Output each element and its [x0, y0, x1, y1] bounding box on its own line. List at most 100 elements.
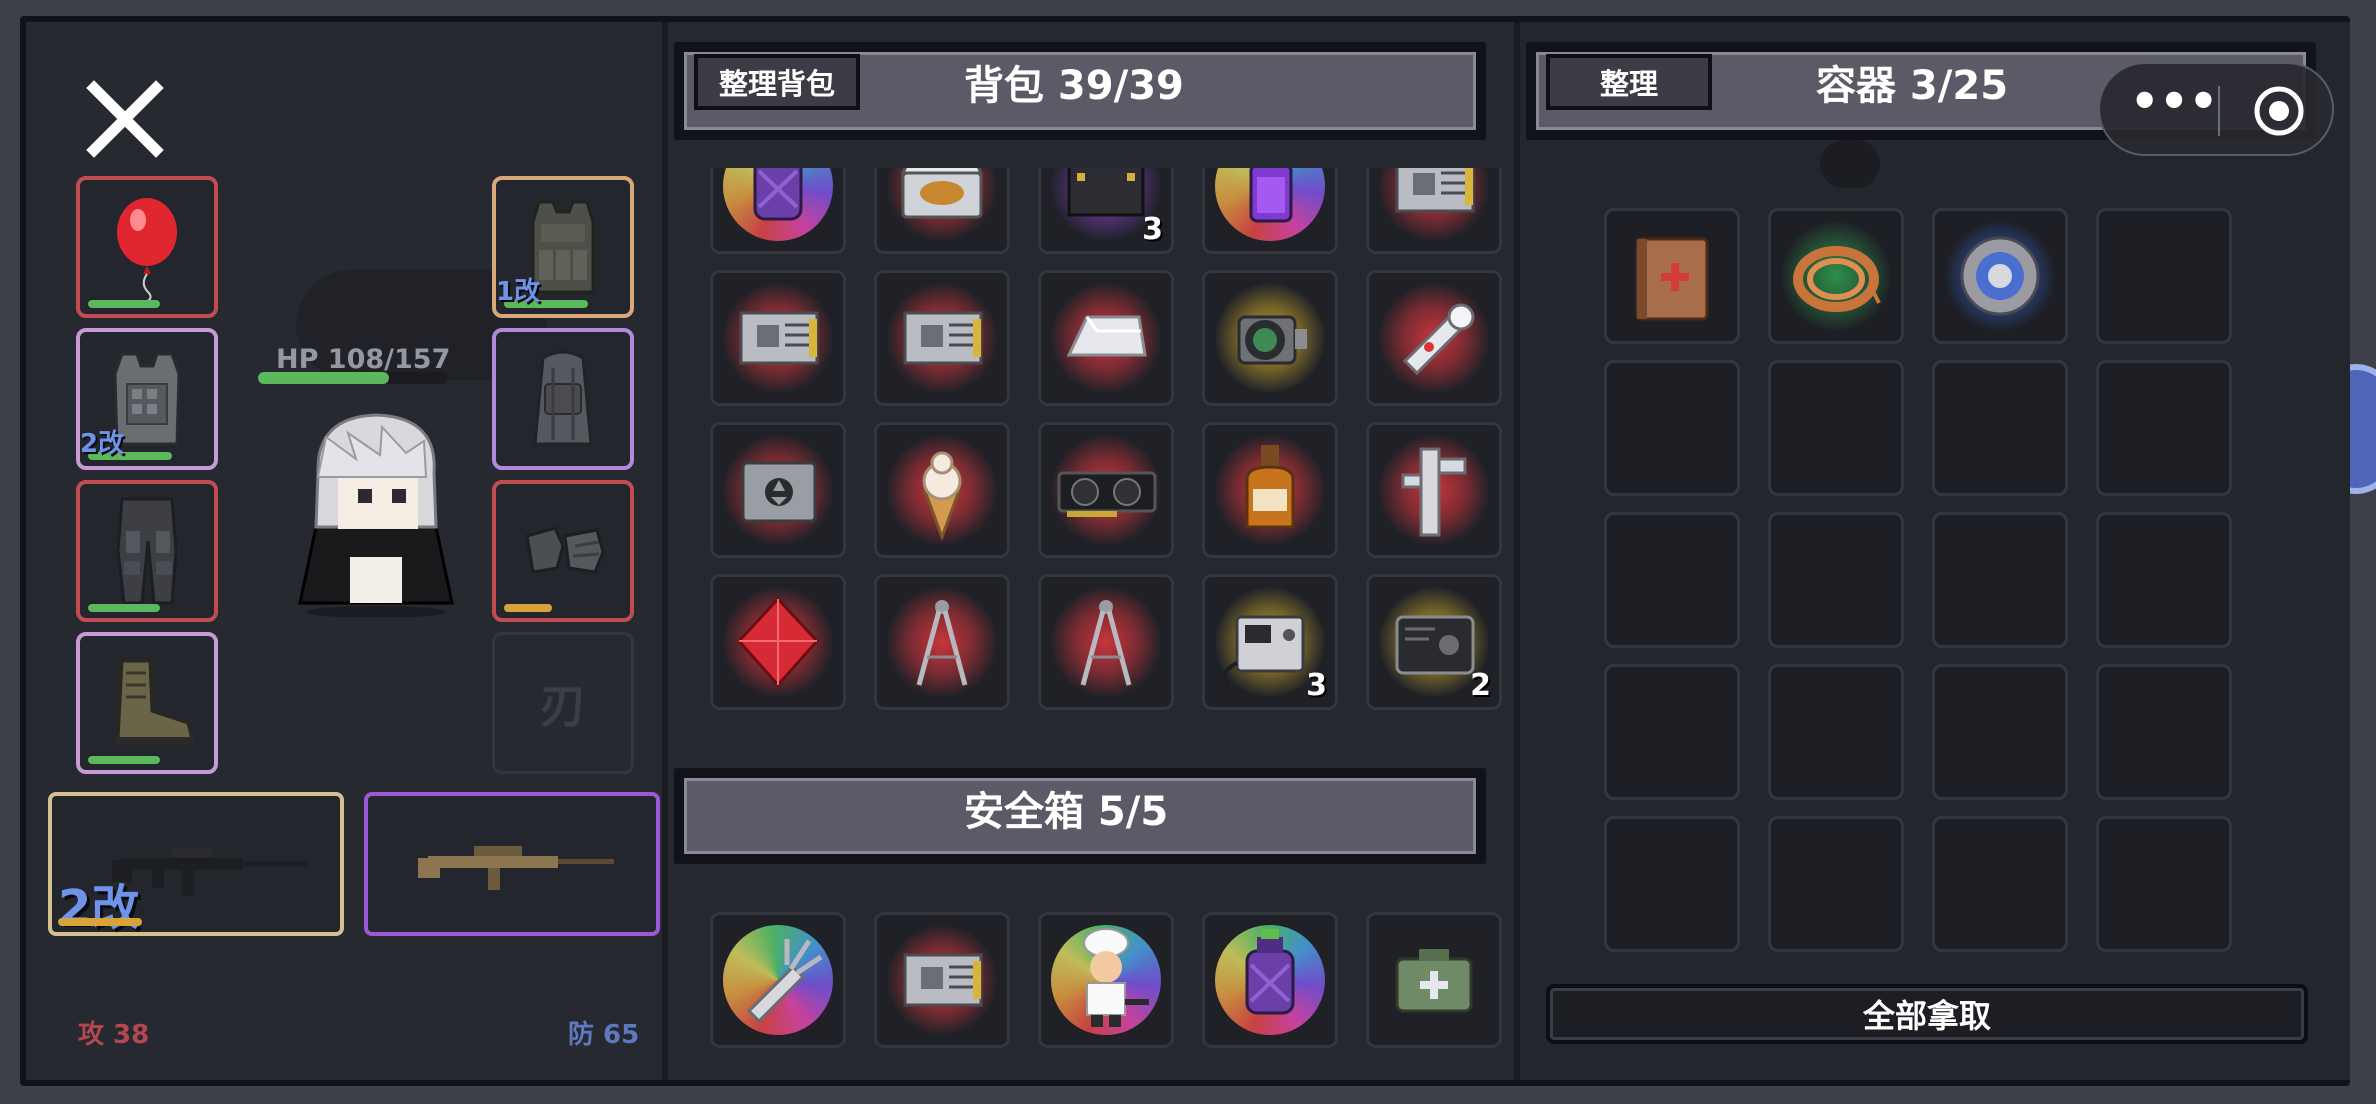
backpack-item[interactable]: [874, 270, 1010, 406]
backpack-header: 整理背包 背包 39/39: [674, 42, 1486, 140]
container-empty-slot[interactable]: [1932, 664, 2068, 800]
container-empty-slot[interactable]: [2096, 816, 2232, 952]
close-target-icon[interactable]: [2252, 84, 2306, 138]
container-empty-slot[interactable]: [1768, 512, 1904, 648]
container-empty-slot[interactable]: [1604, 360, 1740, 496]
slot-chest-rig[interactable]: 1改: [492, 176, 634, 318]
durability-bar: [88, 604, 160, 612]
backpack-item[interactable]: [1038, 422, 1174, 558]
weapon-durability-bar: [58, 918, 142, 926]
medical-book-icon: [1635, 237, 1709, 321]
backpack-item[interactable]: [1366, 422, 1502, 558]
mini-program-capsule: •••: [2098, 62, 2334, 156]
slot-armor[interactable]: 2改: [76, 328, 218, 470]
medkit-icon: [1395, 949, 1473, 1013]
container-panel: 整理 容器 3/25 全部拿取: [1520, 22, 2350, 1080]
equipment-panel: 2改 1改 刃 HP 108/157 2改 攻 38 防 65: [26, 22, 662, 1080]
container-item[interactable]: [1604, 208, 1740, 344]
balloon-icon: [117, 198, 177, 302]
slot-pants[interactable]: [76, 480, 218, 622]
backpack-item[interactable]: [874, 422, 1010, 558]
capsule-divider: [2218, 86, 2220, 136]
backpack-item[interactable]: [1202, 422, 1338, 558]
slot-boots[interactable]: [76, 632, 218, 774]
weapon-modification-badge: 2改: [58, 880, 140, 936]
defense-stat: 防 65: [568, 1020, 640, 1050]
backpack-item[interactable]: [874, 574, 1010, 710]
backpack-item[interactable]: 3: [1202, 574, 1338, 710]
backpack-item[interactable]: [710, 574, 846, 710]
pants-icon: [116, 497, 178, 605]
backpack-item[interactable]: [1038, 574, 1174, 710]
container-empty-slot[interactable]: [2096, 208, 2232, 344]
backpack-item[interactable]: [1366, 270, 1502, 406]
safebox-item[interactable]: [1202, 912, 1338, 1048]
more-icon[interactable]: •••: [2130, 78, 2218, 132]
backpack-item[interactable]: [1202, 168, 1338, 254]
circuit-board-icon: [903, 953, 983, 1007]
hp-label: HP 108/157: [276, 344, 451, 375]
safebox-title: 安全箱 5/5: [964, 789, 1169, 835]
hp-bar: [258, 372, 448, 384]
backpack-item[interactable]: [1038, 270, 1174, 406]
container-empty-slot[interactable]: [1768, 360, 1904, 496]
container-empty-slot[interactable]: [1932, 360, 2068, 496]
camera-lens-icon: [1237, 315, 1307, 365]
take-all-button[interactable]: 全部拿取: [1546, 984, 2308, 1044]
backpack-panel: 整理背包 背包 39/39 3 3 2 安全箱 5/5: [668, 22, 1514, 1080]
sort-container-button[interactable]: 整理: [1546, 54, 1712, 110]
close-icon[interactable]: [80, 74, 170, 164]
tan-rifle-icon: [418, 846, 614, 890]
container-empty-slot[interactable]: [1604, 512, 1740, 648]
container-empty-slot[interactable]: [2096, 360, 2232, 496]
backpack-item[interactable]: 2: [1366, 574, 1502, 710]
backpack-item[interactable]: [710, 422, 846, 558]
safebox-item[interactable]: [874, 912, 1010, 1048]
durability-bar: [504, 604, 552, 612]
circuit-board-icon: [739, 311, 819, 365]
safebox-item[interactable]: [1038, 912, 1174, 1048]
backpack-item[interactable]: [1202, 270, 1338, 406]
backpack-item[interactable]: [874, 168, 1010, 254]
durability-bar: [88, 300, 160, 308]
item-count: 2: [1470, 668, 1491, 703]
durability-bar: [88, 756, 160, 764]
attack-stat: 攻 38: [78, 1020, 150, 1050]
secondary-weapon-slot[interactable]: [364, 792, 660, 936]
slot-melee[interactable]: 刃: [492, 632, 634, 774]
backpack-item[interactable]: [1366, 168, 1502, 254]
container-empty-slot[interactable]: [2096, 664, 2232, 800]
multitool-icon: [746, 939, 823, 1024]
slot-gloves[interactable]: [492, 480, 634, 622]
safebox-header: 安全箱 5/5: [674, 768, 1486, 864]
circuit-board-icon: [1395, 168, 1475, 213]
container-empty-slot[interactable]: [1768, 816, 1904, 952]
container-empty-slot[interactable]: [1932, 816, 2068, 952]
copper-coil-icon: [1793, 246, 1881, 312]
caliper-icon: [1401, 447, 1467, 537]
container-item[interactable]: [1768, 208, 1904, 344]
game-screen: 2改 1改 刃 HP 108/157 2改 攻 38 防 65 整理背包 背包 …: [0, 0, 2376, 1104]
item-count: 3: [1306, 668, 1327, 703]
safebox-item[interactable]: [710, 912, 846, 1048]
sort-backpack-button[interactable]: 整理背包: [694, 54, 860, 110]
purple-bottle-icon: [1245, 929, 1295, 1015]
container-empty-slot[interactable]: [1768, 664, 1904, 800]
container-item[interactable]: [1932, 208, 2068, 344]
melee-slot-placeholder: 刃: [540, 679, 586, 733]
slot-backpack[interactable]: [492, 328, 634, 470]
backpack-item[interactable]: 3: [1038, 168, 1174, 254]
container-empty-slot[interactable]: [1932, 512, 2068, 648]
inventory-frame: 2改 1改 刃 HP 108/157 2改 攻 38 防 65 整理背包 背包 …: [20, 16, 2350, 1086]
liquor-bottle-icon: [1245, 445, 1295, 529]
container-empty-slot[interactable]: [2096, 512, 2232, 648]
slot-balloon[interactable]: [76, 176, 218, 318]
container-empty-slot[interactable]: [1604, 816, 1740, 952]
primary-weapon-slot[interactable]: 2改: [48, 792, 344, 936]
safebox-item[interactable]: [1366, 912, 1502, 1048]
item-count: 3: [1142, 212, 1163, 247]
backpack-item[interactable]: [710, 270, 846, 406]
circuit-board-icon: [903, 311, 983, 365]
backpack-item[interactable]: [710, 168, 846, 254]
container-empty-slot[interactable]: [1604, 664, 1740, 800]
